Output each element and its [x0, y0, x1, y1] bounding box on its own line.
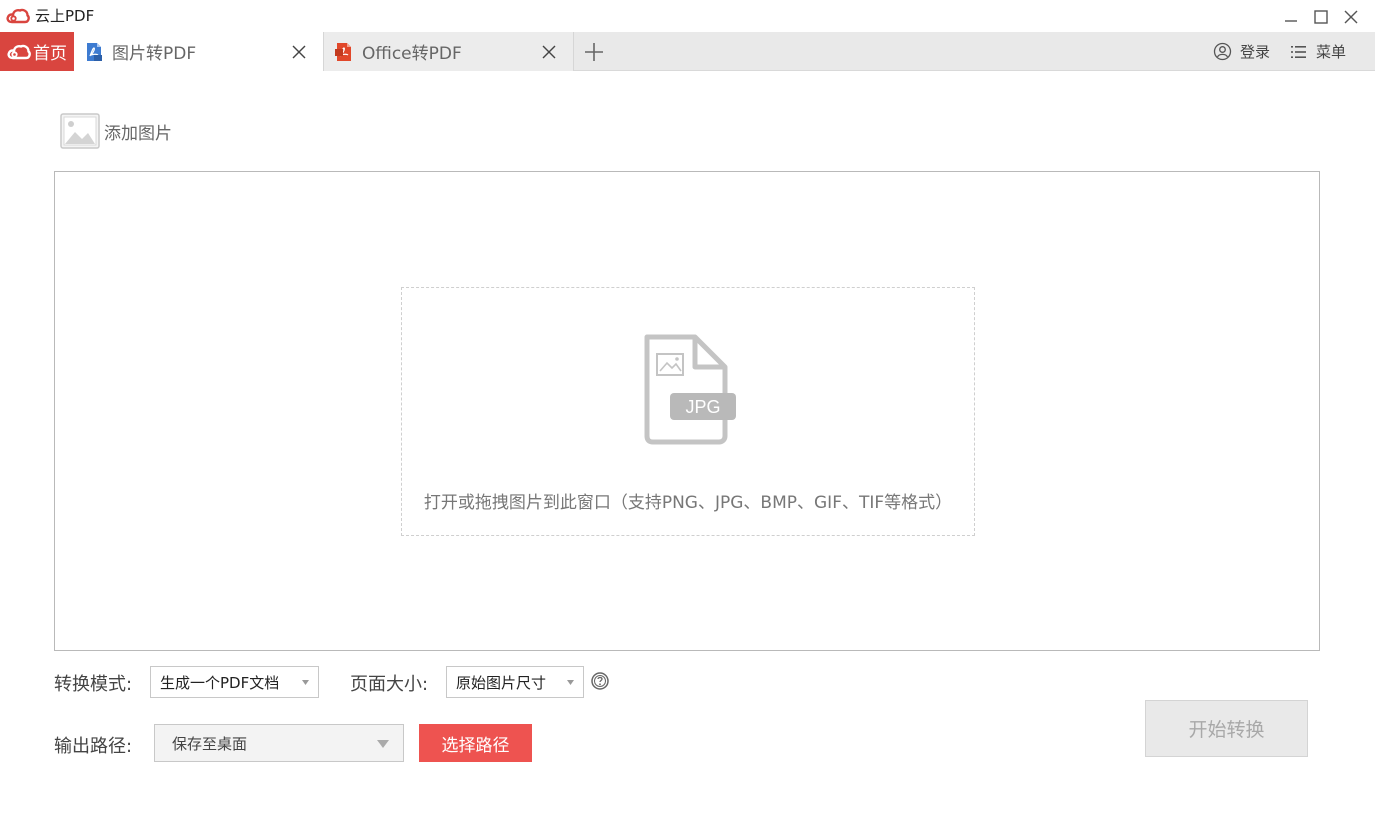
add-image-label: 添加图片 [104, 123, 172, 144]
image-icon [60, 113, 100, 149]
tab-bar: 首页 图片转PDF Office转PDF 登录 菜单 [0, 32, 1375, 71]
plus-icon[interactable] [583, 41, 605, 63]
tab-office-to-pdf[interactable]: Office转PDF [324, 32, 574, 71]
mode-value: 生成一个PDF文档 [160, 673, 280, 692]
mode-label: 转换模式: [54, 674, 133, 695]
login-label: 登录 [1240, 43, 1271, 61]
jpg-file-icon: JPG [644, 334, 736, 445]
minimize-icon[interactable] [1280, 6, 1302, 28]
office-pdf-icon [335, 42, 351, 61]
user-icon [1213, 42, 1232, 61]
title-bar: 云上PDF [0, 0, 1375, 32]
caret-down-icon [377, 740, 389, 748]
add-image-button[interactable]: 添加图片 [60, 113, 172, 149]
output-path-label: 输出路径: [54, 736, 133, 757]
output-path-value: 保存至桌面 [172, 734, 248, 753]
output-path-select[interactable]: 保存至桌面 [154, 724, 404, 762]
jpg-badge: JPG [685, 397, 720, 417]
choose-path-button[interactable]: 选择路径 [419, 724, 532, 762]
app-title: 云上PDF [35, 7, 95, 25]
tab-home-label: 首页 [33, 44, 67, 64]
tab-label: 图片转PDF [112, 44, 197, 64]
cloud-icon [7, 44, 31, 59]
start-convert-button[interactable]: 开始转换 [1145, 700, 1308, 757]
close-icon[interactable] [291, 44, 307, 60]
drop-hint: 打开或拖拽图片到此窗口（支持PNG、JPG、BMP、GIF、TIF等格式） [423, 493, 953, 513]
cloud-icon [6, 8, 30, 24]
caret-down-icon [567, 680, 574, 685]
maximize-icon[interactable] [1310, 6, 1332, 28]
menu-icon [1291, 45, 1306, 58]
login-button[interactable]: 登录 [1213, 32, 1270, 71]
page-size-label: 页面大小: [350, 674, 429, 695]
page-size-select[interactable]: 原始图片尺寸 [446, 666, 584, 698]
image-list-panel[interactable]: JPG 打开或拖拽图片到此窗口（支持PNG、JPG、BMP、GIF、TIF等格式… [54, 171, 1320, 651]
close-icon[interactable] [541, 44, 557, 60]
image-pdf-icon [87, 42, 102, 61]
tab-image-to-pdf[interactable]: 图片转PDF [74, 32, 324, 71]
app-window: 云上PDF 首页 图片转PDF Office转PDF 登录 菜单 添加图片 JP… [0, 0, 1375, 813]
tab-label: Office转PDF [362, 44, 462, 64]
page-size-value: 原始图片尺寸 [456, 673, 547, 692]
close-icon[interactable] [1340, 6, 1362, 28]
tab-home[interactable]: 首页 [0, 32, 74, 71]
menu-button[interactable]: 菜单 [1290, 32, 1346, 71]
help-icon[interactable] [590, 671, 610, 691]
caret-down-icon [302, 680, 309, 685]
mode-select[interactable]: 生成一个PDF文档 [150, 666, 319, 698]
drop-zone[interactable]: JPG 打开或拖拽图片到此窗口（支持PNG、JPG、BMP、GIF、TIF等格式… [401, 287, 975, 536]
menu-label: 菜单 [1316, 43, 1347, 61]
